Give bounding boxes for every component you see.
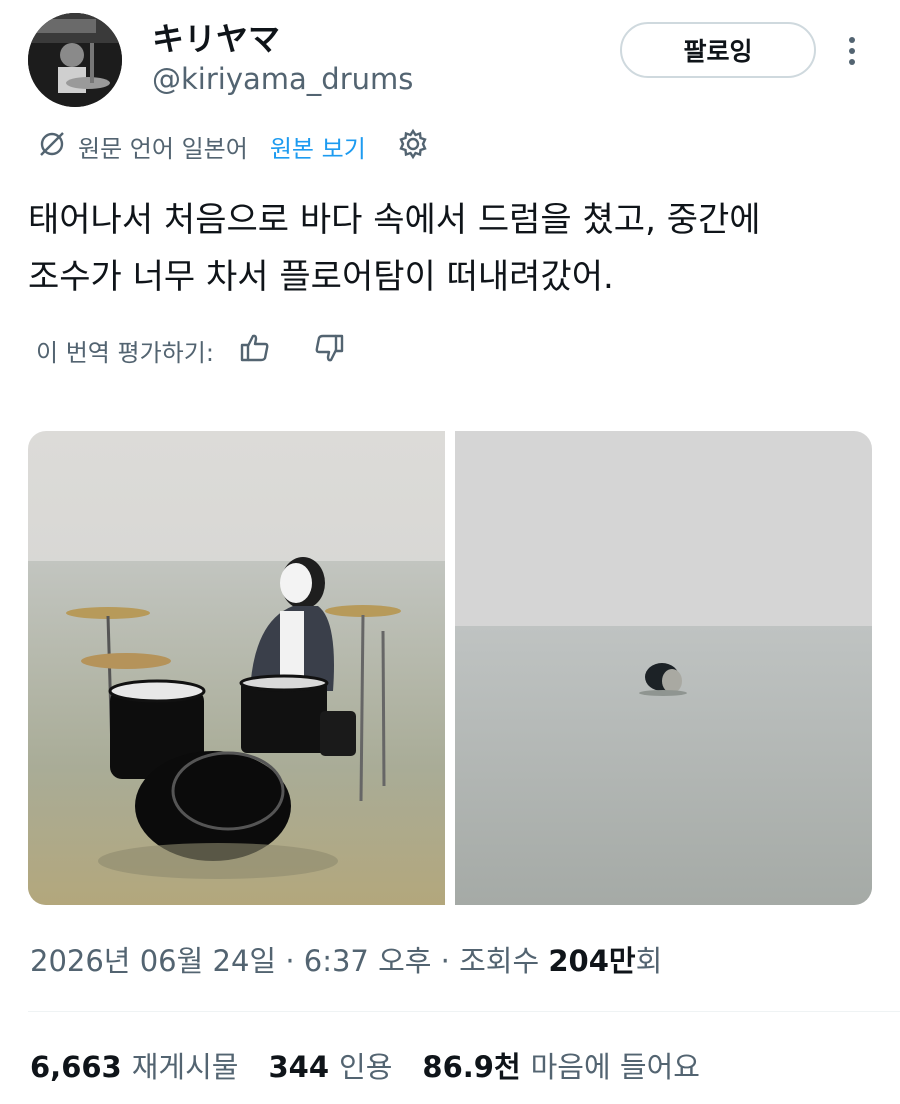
- gear-icon[interactable]: [396, 127, 430, 165]
- more-vertical-icon[interactable]: [842, 32, 862, 72]
- divider: [28, 1011, 900, 1012]
- views-suffix: 회: [635, 944, 663, 978]
- translation-notice: 원문 언어 일본어 원본 보기: [36, 126, 430, 166]
- quotes-label[interactable]: 인용: [339, 1044, 392, 1086]
- translate-icon: [36, 128, 68, 164]
- tweet-meta: 2026년 06월 24일 · 6:37 오후 · 조회수 204만회: [30, 944, 663, 978]
- photo-floating-floor-tom[interactable]: [455, 431, 872, 905]
- retweets-count[interactable]: 6,663: [30, 1050, 122, 1084]
- likes-count[interactable]: 86.9천: [422, 1044, 520, 1086]
- user-handle[interactable]: @kiriyama_drums: [152, 62, 413, 96]
- rate-translation: 이 번역 평가하기:: [36, 330, 346, 370]
- view-original-link[interactable]: 원본 보기: [270, 129, 366, 164]
- display-name[interactable]: キリヤマ: [152, 14, 280, 60]
- retweets-label[interactable]: 재게시물: [132, 1044, 239, 1086]
- tweet-text-line: 조수가 너무 차서 플로어탐이 떠내려갔어.: [28, 257, 614, 297]
- thumbs-down-icon[interactable]: [312, 331, 346, 369]
- likes-label[interactable]: 마음에 들어요: [531, 1044, 700, 1086]
- source-language-label: 원문 언어 일본어: [78, 134, 248, 163]
- following-button[interactable]: 팔로잉: [620, 22, 816, 78]
- quotes-count[interactable]: 344: [268, 1050, 329, 1084]
- tweet-text-line: 태어나서 처음으로 바다 속에서 드럼을 쳤고, 중간에: [28, 200, 761, 240]
- engagement-stats: 6,663 재게시물 344 인용 86.9천 마음에 들어요: [30, 1044, 730, 1086]
- rate-translation-label: 이 번역 평가하기:: [36, 338, 214, 367]
- thumbs-up-icon[interactable]: [238, 331, 272, 369]
- views-count: 204만: [548, 944, 636, 978]
- tweet-text: 태어나서 처음으로 바다 속에서 드럼을 쳤고, 중간에 조수가 너무 차서 플…: [28, 192, 878, 306]
- tweet-date[interactable]: 2026년 06월 24일: [30, 944, 276, 978]
- photo-drummer-in-sea[interactable]: [28, 431, 445, 905]
- views-label: 조회수: [459, 944, 540, 978]
- avatar[interactable]: [28, 13, 122, 107]
- tweet-time[interactable]: 6:37 오후: [304, 944, 432, 978]
